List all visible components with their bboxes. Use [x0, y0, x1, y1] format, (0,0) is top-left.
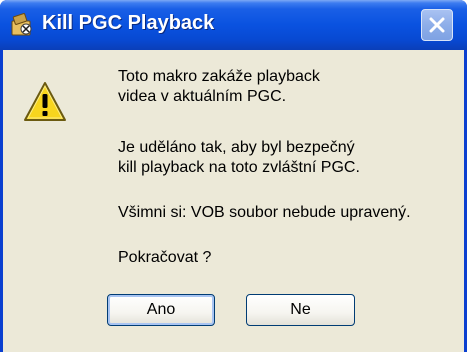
dialog-window: Kill PGC Playback Toto makro zakáže play…: [0, 0, 467, 352]
pgc-tool-icon: [9, 12, 35, 38]
message-line-1: Toto makro zakáže playback: [118, 68, 320, 85]
message-line-2: videa v aktuálním PGC.: [118, 88, 287, 105]
message-line-6: Pokračovat ?: [118, 249, 212, 266]
message-line-5: Všimni si: VOB soubor nebude upravený.: [118, 204, 411, 221]
title-bar[interactable]: Kill PGC Playback: [0, 0, 467, 50]
warning-icon: [23, 80, 67, 124]
yes-button[interactable]: Ano: [107, 294, 215, 326]
window-title: Kill PGC Playback: [42, 12, 215, 34]
message-line-4: kill playback na toto zvláštní PGC.: [118, 159, 360, 176]
dialog-body: Toto makro zakáže playback videa v aktuá…: [3, 50, 464, 352]
no-button[interactable]: Ne: [246, 294, 355, 326]
close-icon: [429, 17, 445, 33]
message-line-3: Je uděláno tak, aby byl bezpečný: [118, 139, 355, 156]
close-button[interactable]: [421, 9, 453, 41]
